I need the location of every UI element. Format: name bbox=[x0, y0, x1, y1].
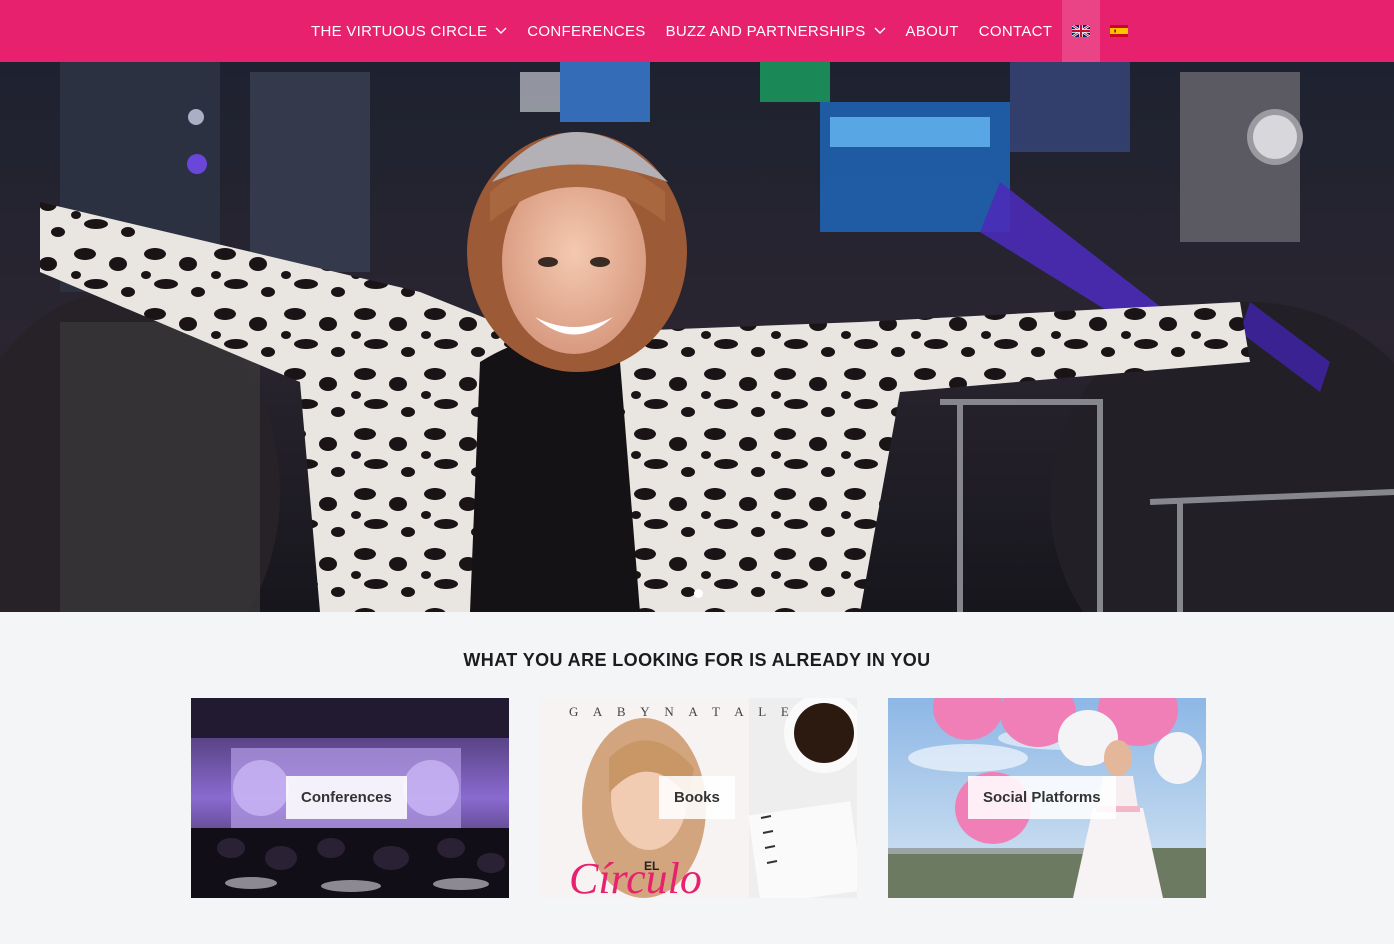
books-card[interactable]: G A B Y N A T A L E Círculo EL Books bbox=[539, 698, 857, 898]
slider-dot-active[interactable] bbox=[694, 589, 703, 598]
chevron-down-icon bbox=[874, 27, 886, 34]
language-spanish-link[interactable] bbox=[1100, 0, 1138, 62]
nav-item-contact[interactable]: CONTACT bbox=[969, 0, 1062, 62]
nav-item-label: CONTACT bbox=[978, 22, 1053, 40]
nav-item-conferences[interactable]: CONFERENCES bbox=[517, 0, 655, 62]
card-label: Conferences bbox=[286, 776, 407, 819]
svg-text:G A B Y N A T A L E: G A B Y N A T A L E bbox=[569, 704, 795, 719]
section-tagline: WHAT YOU ARE LOOKING FOR IS ALREADY IN Y… bbox=[463, 650, 931, 670]
hero-slider bbox=[0, 62, 1394, 612]
nav-item-label: ABOUT bbox=[905, 22, 959, 40]
main-navigation: THE VIRTUOUS CIRCLE CONFERENCES BUZZ AND… bbox=[0, 0, 1394, 62]
svg-text:Círculo: Círculo bbox=[569, 854, 702, 898]
nav-item-label: BUZZ AND PARTNERSHIPS bbox=[665, 22, 866, 40]
conferences-card[interactable]: Conferences bbox=[191, 698, 509, 898]
social-platforms-card[interactable]: Social Platforms bbox=[888, 698, 1206, 898]
nav-item-about[interactable]: ABOUT bbox=[896, 0, 969, 62]
language-english-link[interactable] bbox=[1062, 0, 1101, 62]
svg-text:EL: EL bbox=[644, 859, 659, 873]
chevron-down-icon bbox=[495, 27, 507, 34]
nav-item-the-virtuous-circle[interactable]: THE VIRTUOUS CIRCLE bbox=[301, 0, 517, 62]
nav-item-buzz-and-partnerships[interactable]: BUZZ AND PARTNERSHIPS bbox=[656, 0, 896, 62]
card-label: Books bbox=[659, 776, 735, 819]
nav-item-label: THE VIRTUOUS CIRCLE bbox=[311, 22, 488, 40]
spain-flag-icon bbox=[1110, 25, 1129, 37]
card-label: Social Platforms bbox=[968, 776, 1116, 819]
uk-flag-icon bbox=[1072, 25, 1091, 37]
hero-image bbox=[0, 62, 1394, 612]
nav-item-label: CONFERENCES bbox=[527, 22, 646, 40]
nav-menu: THE VIRTUOUS CIRCLE CONFERENCES BUZZ AND… bbox=[301, 0, 1138, 62]
